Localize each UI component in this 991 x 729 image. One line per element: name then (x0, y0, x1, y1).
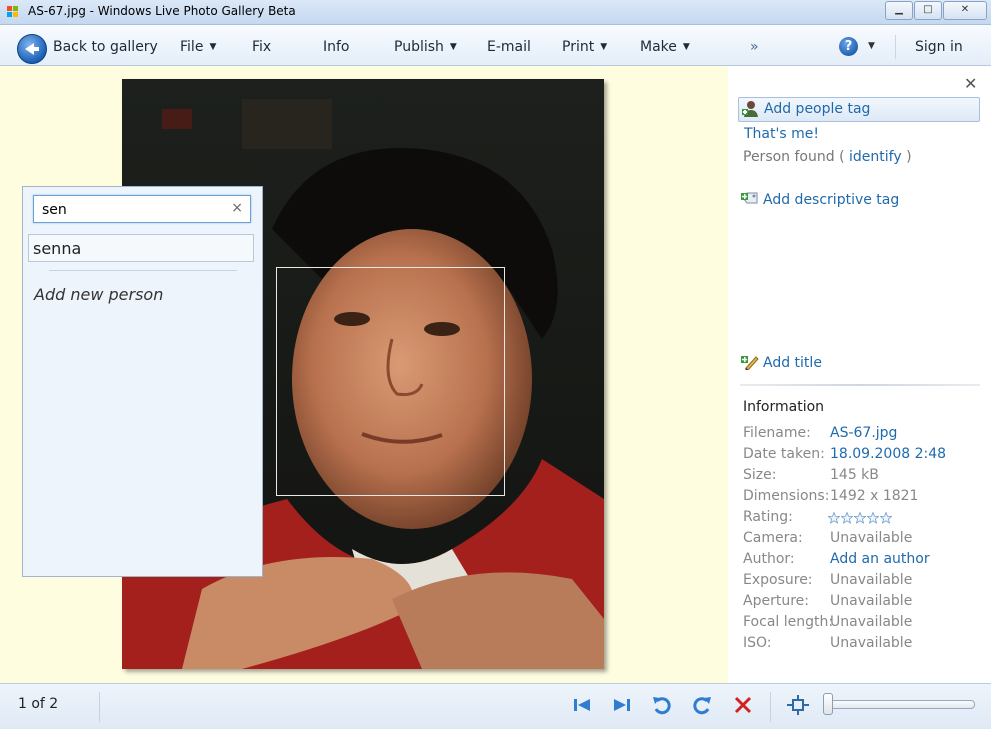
add-title-label: Add title (763, 355, 822, 371)
chevron-down-icon: ▼ (209, 42, 217, 52)
add-descriptive-tag-label: Add descriptive tag (763, 192, 900, 208)
menu-bar: Back to gallery File ▼ Fix Info Publish ▼ … (0, 25, 991, 66)
star-icon[interactable] (880, 512, 892, 524)
clear-icon[interactable]: × (231, 200, 243, 216)
chevron-down-icon: ▼ (682, 42, 690, 52)
aperture-value: Unavailable (830, 593, 913, 609)
status-bar: 1 of 2 (0, 683, 991, 729)
people-tag-search[interactable]: × (33, 195, 251, 223)
suggestion-item[interactable]: senna (28, 234, 254, 262)
star-icon[interactable] (867, 512, 879, 524)
back-arrow-icon[interactable] (17, 34, 47, 64)
sign-in-link[interactable]: Sign in (915, 39, 963, 55)
make-menu-label: Make (640, 39, 677, 55)
add-title-link[interactable]: Add title (741, 354, 822, 371)
close-pane-icon[interactable]: ✕ (964, 74, 977, 93)
info-key: Exposure: (743, 572, 813, 588)
information-heading: Information (743, 399, 825, 415)
info-key: Date taken: (743, 446, 825, 462)
info-key: Rating: (743, 509, 793, 525)
size-value: 145 kB (830, 467, 879, 483)
back-to-gallery-link[interactable]: Back to gallery (53, 39, 158, 55)
identify-link[interactable]: identify (849, 149, 902, 165)
info-key: Focal length: (743, 614, 834, 630)
people-tag-popup: × senna Add new person (22, 186, 263, 577)
tag-plus-icon (741, 192, 758, 204)
info-pane: ✕ Add people tag That's me! Person found… (728, 66, 991, 683)
date-taken-value[interactable]: 18.09.2008 2:48 (830, 446, 946, 462)
add-descriptive-tag-link[interactable]: Add descriptive tag (741, 191, 899, 208)
add-author-link[interactable]: Add an author (830, 551, 930, 567)
iso-value: Unavailable (830, 635, 913, 651)
help-icon[interactable]: ? (839, 37, 858, 56)
title-bar: AS-67.jpg - Windows Live Photo Gallery B… (0, 0, 991, 25)
print-menu-label: Print (562, 39, 595, 55)
help-chevron-down-icon[interactable]: ▼ (868, 41, 875, 51)
rotate-right-icon[interactable] (690, 694, 714, 716)
zoom-slider-track[interactable] (828, 700, 975, 709)
person-found-suffix: ) (906, 149, 912, 165)
add-new-person-link[interactable]: Add new person (34, 285, 163, 304)
thats-me-link[interactable]: That's me! (744, 126, 819, 142)
exposure-value: Unavailable (830, 572, 913, 588)
info-key: Filename: (743, 425, 811, 441)
rotate-left-icon[interactable] (650, 694, 674, 716)
minimize-button[interactable]: ▁ (885, 1, 913, 20)
pane-divider (740, 384, 980, 386)
publish-menu[interactable]: Publish ▼ (394, 39, 457, 55)
file-menu[interactable]: File ▼ (180, 39, 216, 55)
zoom-slider-thumb[interactable] (823, 693, 833, 715)
file-menu-label: File (180, 39, 204, 55)
info-key: Author: (743, 551, 795, 567)
publish-menu-label: Publish (394, 39, 444, 55)
info-menu[interactable]: Info (323, 39, 350, 55)
info-key: Size: (743, 467, 777, 483)
close-window-button[interactable]: ✕ (943, 1, 987, 20)
page-count: 1 of 2 (18, 696, 59, 712)
popup-divider (49, 270, 237, 271)
info-key: Camera: (743, 530, 803, 546)
menu-separator (895, 35, 896, 59)
filename-value[interactable]: AS-67.jpg (830, 425, 897, 441)
add-people-tag-label: Add people tag (764, 101, 871, 117)
chevron-down-icon: ▼ (600, 42, 608, 52)
status-separator (770, 692, 771, 722)
fix-menu[interactable]: Fix (252, 39, 271, 55)
person-icon (742, 101, 758, 117)
dimensions-value: 1492 x 1821 (830, 488, 919, 504)
add-people-tag-button[interactable]: Add people tag (738, 97, 980, 122)
maximize-button[interactable]: □ (914, 1, 942, 20)
make-menu[interactable]: Make ▼ (640, 39, 690, 55)
actual-size-icon[interactable] (786, 694, 810, 716)
camera-value: Unavailable (830, 530, 913, 546)
app-icon (7, 6, 18, 17)
window-title: AS-67.jpg - Windows Live Photo Gallery B… (28, 4, 296, 18)
info-key: Dimensions: (743, 488, 830, 504)
chevron-down-icon: ▼ (449, 42, 457, 52)
person-found-prefix: Person found ( (743, 149, 845, 165)
status-separator (99, 692, 100, 722)
face-detection-box[interactable] (276, 267, 505, 496)
overflow-chevron-icon[interactable]: » (750, 39, 759, 55)
star-icon[interactable] (854, 512, 866, 524)
star-icon[interactable] (841, 512, 853, 524)
info-key: ISO: (743, 635, 772, 651)
rating-stars[interactable] (828, 512, 893, 524)
focal-length-value: Unavailable (830, 614, 913, 630)
delete-icon[interactable] (731, 694, 755, 716)
pencil-icon (741, 356, 759, 370)
next-icon[interactable] (610, 694, 634, 716)
people-tag-input[interactable] (40, 201, 224, 219)
info-key: Aperture: (743, 593, 809, 609)
email-menu[interactable]: E-mail (487, 39, 531, 55)
print-menu[interactable]: Print ▼ (562, 39, 607, 55)
person-found-text: Person found ( identify ) (743, 149, 912, 165)
previous-icon[interactable] (570, 694, 594, 716)
star-icon[interactable] (828, 512, 840, 524)
